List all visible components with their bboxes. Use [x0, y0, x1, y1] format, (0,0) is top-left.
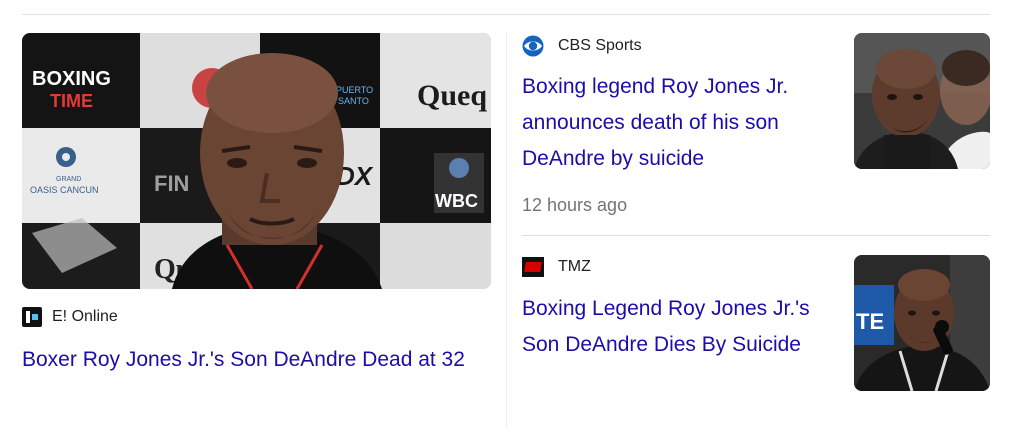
backdrop-text-fin: FIN: [154, 171, 189, 196]
backdrop-text-puerto: PUERTO: [336, 85, 373, 95]
headline-link[interactable]: Boxing Legend Roy Jones Jr.'s Son DeAndr…: [522, 291, 832, 363]
eonline-logo-icon: [22, 307, 42, 327]
backdrop-text-boxing: BOXING: [32, 68, 111, 90]
headline-link[interactable]: Boxing legend Roy Jones Jr. announces de…: [522, 69, 832, 177]
tmz-logo-icon: [522, 257, 544, 277]
timestamp: 12 hours ago: [522, 195, 628, 215]
backdrop-text-te: TE: [856, 309, 884, 334]
cbs-eye-logo-icon: [522, 35, 544, 57]
backdrop-text-time: TIME: [50, 91, 93, 111]
boxer-portrait-image[interactable]: BOXING TIME Queq PUERTO SANTO GRAND OASI…: [22, 33, 491, 289]
backdrop-text-santo: SANTO: [338, 96, 369, 106]
source-name: E! Online: [52, 308, 118, 325]
backdrop-text-oasis: OASIS CANCUN: [30, 185, 99, 195]
story-divider: [522, 235, 990, 236]
source-row: E! Online: [22, 307, 118, 327]
top-story-card-cbs[interactable]: CBS Sports Boxing legend Roy Jones Jr. a…: [522, 33, 990, 223]
top-story-card-main[interactable]: BOXING TIME Queq PUERTO SANTO GRAND OASI…: [22, 33, 492, 413]
boxer-press-conference-image[interactable]: TE: [854, 255, 990, 391]
backdrop-text-brand: Queq: [417, 79, 487, 112]
headline-link[interactable]: Boxer Roy Jones Jr.'s Son DeAndre Dead a…: [22, 342, 494, 378]
column-divider: [506, 32, 507, 428]
boxer-thumbnail-image[interactable]: [854, 33, 990, 169]
top-divider: [22, 14, 990, 15]
backdrop-text-grand: GRAND: [56, 176, 81, 183]
source-row: TMZ: [522, 257, 591, 277]
source-name: TMZ: [558, 258, 591, 275]
source-row: CBS Sports: [522, 35, 642, 57]
source-name: CBS Sports: [558, 37, 642, 54]
top-story-card-tmz[interactable]: TMZ Boxing Legend Roy Jones Jr.'s Son De…: [522, 255, 990, 405]
backdrop-text-wbc: WBC: [435, 191, 478, 211]
